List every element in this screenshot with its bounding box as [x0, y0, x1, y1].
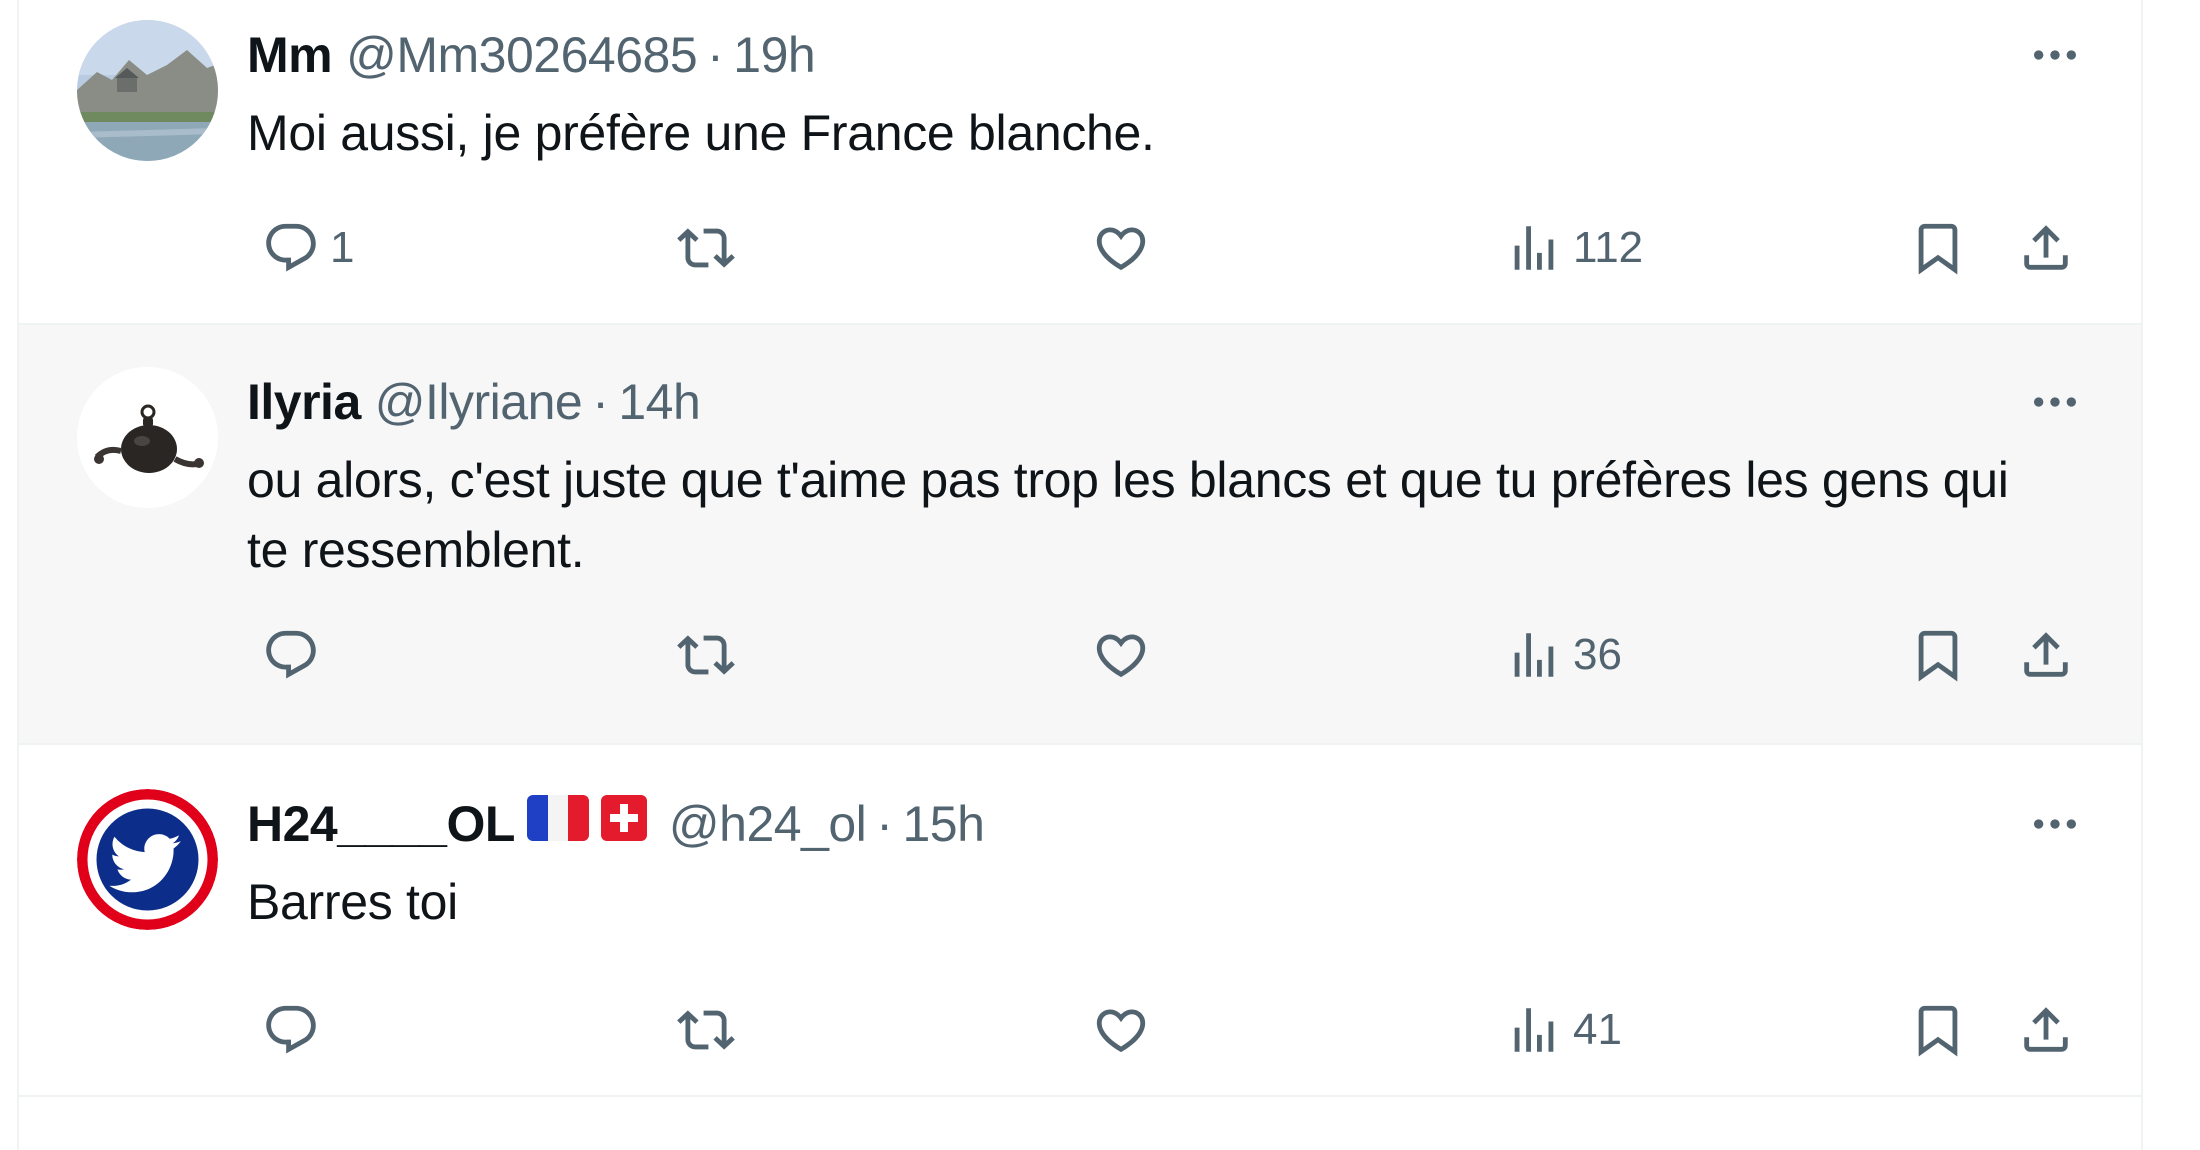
- reply-icon: [262, 219, 320, 277]
- coastal-house-photo: [77, 20, 218, 161]
- tweet[interactable]: H24____OL @h24_ol · 15h Barres toi 41: [19, 745, 2141, 1097]
- avatar[interactable]: [77, 789, 218, 930]
- reply-count: 1: [330, 223, 355, 272]
- separator-dot: ·: [707, 27, 724, 83]
- share-icon: [2017, 219, 2075, 277]
- tweet-text: ou alors, c'est juste que t'aime pas tro…: [247, 452, 2009, 578]
- bookmark-button[interactable]: [1909, 208, 1967, 288]
- bookmark-icon: [1909, 626, 1967, 684]
- view-count: 36: [1573, 630, 1622, 679]
- more-icon: [2027, 374, 2083, 430]
- like-button[interactable]: [1092, 990, 1150, 1070]
- view-count: 41: [1573, 1005, 1622, 1054]
- action-bar: 1 112: [247, 208, 2107, 288]
- repost-button[interactable]: [677, 208, 735, 288]
- tweet-header: Ilyria @Ilyriane · 14h: [247, 367, 701, 437]
- action-bar: 36: [247, 615, 2107, 695]
- share-button[interactable]: [2017, 990, 2075, 1070]
- timestamp[interactable]: 15h: [902, 795, 984, 853]
- bookmark-icon: [1909, 1001, 1967, 1059]
- timestamp[interactable]: 19h: [733, 26, 815, 84]
- views-icon: [1505, 219, 1563, 277]
- bookmark-button[interactable]: [1909, 615, 1967, 695]
- action-bar: 41: [247, 990, 2107, 1070]
- more-button[interactable]: [2025, 804, 2085, 844]
- share-icon: [2017, 626, 2075, 684]
- like-button[interactable]: [1092, 615, 1150, 695]
- repost-button[interactable]: [677, 990, 735, 1070]
- bookmark-button[interactable]: [1909, 990, 1967, 1070]
- reply-icon: [262, 626, 320, 684]
- tweet-header: Mm @Mm30264685 · 19h: [247, 20, 816, 90]
- separator-dot: ·: [876, 796, 893, 852]
- display-name[interactable]: H24____OL: [247, 795, 515, 853]
- tweet[interactable]: Mm @Mm30264685 · 19h Moi aussi, je préfè…: [19, 0, 2141, 325]
- reply-button[interactable]: [262, 615, 320, 695]
- avatar[interactable]: [77, 367, 218, 508]
- more-button[interactable]: [2025, 382, 2085, 422]
- repost-icon: [677, 1001, 735, 1059]
- reply-button[interactable]: [262, 990, 320, 1070]
- views-button[interactable]: 36: [1505, 615, 1622, 695]
- share-button[interactable]: [2017, 615, 2075, 695]
- views-button[interactable]: 41: [1505, 990, 1622, 1070]
- repost-icon: [677, 219, 735, 277]
- user-handle[interactable]: @h24_ol: [669, 795, 867, 853]
- avatar[interactable]: [77, 20, 218, 161]
- tweet-header: H24____OL @h24_ol · 15h: [247, 789, 985, 859]
- ball-and-chain-image: [77, 367, 218, 508]
- more-icon: [2027, 796, 2083, 852]
- heart-icon: [1092, 626, 1150, 684]
- display-name[interactable]: Ilyria: [247, 373, 361, 431]
- reply-button[interactable]: 1: [262, 208, 354, 288]
- more-button[interactable]: [2025, 35, 2085, 75]
- reply-icon: [262, 1001, 320, 1059]
- page-frame: Mm @Mm30264685 · 19h Moi aussi, je préfè…: [0, 0, 2200, 1150]
- heart-icon: [1092, 1001, 1150, 1059]
- share-icon: [2017, 1001, 2075, 1059]
- user-handle[interactable]: @Mm30264685: [346, 26, 698, 84]
- bookmark-icon: [1909, 219, 1967, 277]
- like-button[interactable]: [1092, 208, 1150, 288]
- separator-dot: ·: [592, 374, 609, 430]
- view-count: 112: [1573, 223, 1644, 272]
- share-button[interactable]: [2017, 208, 2075, 288]
- tweet-text: Barres toi: [247, 874, 458, 930]
- french-flag-icon: [526, 795, 589, 853]
- views-icon: [1505, 626, 1563, 684]
- display-name[interactable]: Mm: [247, 26, 333, 84]
- tricolor-bird-logo: [77, 789, 218, 930]
- views-button[interactable]: 112: [1505, 208, 1643, 288]
- repost-icon: [677, 626, 735, 684]
- repost-button[interactable]: [677, 615, 735, 695]
- tweet-text: Moi aussi, je préfère une France blanche…: [247, 105, 1155, 161]
- more-icon: [2027, 27, 2083, 83]
- timestamp[interactable]: 14h: [618, 373, 700, 431]
- heart-icon: [1092, 219, 1150, 277]
- user-handle[interactable]: @Ilyriane: [375, 373, 583, 431]
- views-icon: [1505, 1001, 1563, 1059]
- reply-timeline: Mm @Mm30264685 · 19h Moi aussi, je préfè…: [17, 0, 2143, 1150]
- swiss-flag-icon: [600, 795, 647, 853]
- tweet[interactable]: Ilyria @Ilyriane · 14h ou alors, c'est j…: [19, 325, 2141, 745]
